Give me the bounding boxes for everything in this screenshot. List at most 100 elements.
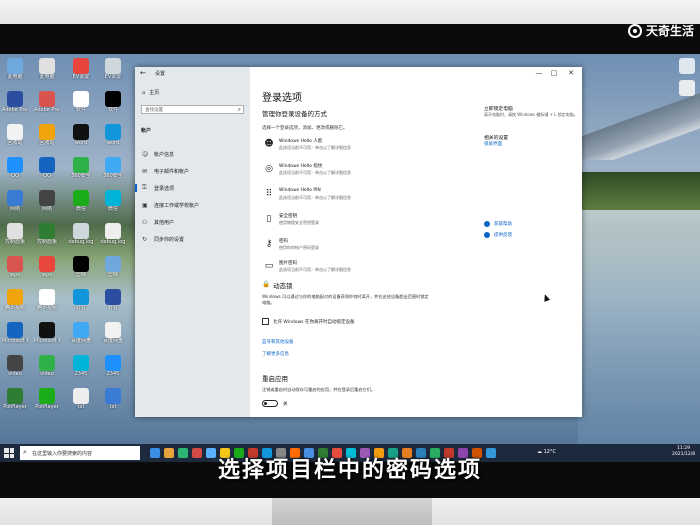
option-password[interactable]: ⚷ 密码 使用你的帐户密码登录 xyxy=(262,237,462,257)
sidebar-item-sync[interactable]: ↻ 同步你的设置 xyxy=(142,234,184,244)
desktop-icon[interactable]: PotPlayer xyxy=(34,388,60,410)
sidebar-item-account-info[interactable]: ☺ 帐户信息 xyxy=(142,149,174,159)
app-icon xyxy=(73,190,89,206)
lock-screen-link[interactable]: 锁屏界面 xyxy=(484,141,582,147)
desktop-icon[interactable]: 微信 xyxy=(68,190,94,212)
desktop-icon-label: video xyxy=(40,371,54,377)
bluetooth-link[interactable]: 蓝牙和其他设备 xyxy=(262,339,294,345)
desktop-icon[interactable]: 网络 xyxy=(2,190,28,212)
desktop-icon[interactable]: 360安全 xyxy=(100,157,126,179)
desktop-icon-label: PotPlayer xyxy=(35,404,59,410)
wallpaper-mountain xyxy=(578,90,700,160)
desktop-icon[interactable]: txt xyxy=(100,388,126,410)
learn-more-link[interactable]: 了解更多信息 xyxy=(262,351,289,357)
desktop-icon[interactable]: 腾讯视频 xyxy=(34,289,60,311)
desktop-icon[interactable]: 百度网盘 xyxy=(68,322,94,344)
desktop-icon[interactable]: Microsoft Edge xyxy=(34,322,60,344)
option-title: Windows Hello 人脸 xyxy=(279,139,323,144)
desktop-icon[interactable]: 回收站 xyxy=(2,124,28,146)
app-icon xyxy=(105,58,121,74)
option-pin[interactable]: ⠿ Windows Hello PIN 此选项当前不可用 - 单击以了解详细信息 xyxy=(262,187,462,207)
option-picture-password[interactable]: ▭ 图片密码 此选项当前不可用 - 单击以了解详细信息 xyxy=(262,259,462,279)
window-title: 设置 xyxy=(155,71,166,77)
desktop-icon[interactable]: txt xyxy=(68,388,94,410)
sidebar-home[interactable]: ⌂ 主页 xyxy=(142,89,159,97)
feedback-row[interactable]: 提供反馈 xyxy=(484,232,512,238)
app-icon xyxy=(105,157,121,173)
people-icon: ⚇ xyxy=(142,218,148,226)
desktop-icon-label: 回收站 xyxy=(7,140,23,146)
feedback-link[interactable]: 提供反馈 xyxy=(494,232,512,238)
back-arrow-icon[interactable]: ← xyxy=(140,69,146,77)
app-icon xyxy=(105,190,121,206)
desktop-icon[interactable]: 此电脑 xyxy=(34,58,60,80)
desktop-icon[interactable]: 钉钉 xyxy=(68,289,94,311)
sidebar-item-sign-in-options[interactable]: ⚿ 登录选项 xyxy=(134,183,174,193)
desktop-icon[interactable]: 2345 xyxy=(100,355,126,377)
sidebar-item-label: 电子邮件和帐户 xyxy=(154,168,190,175)
option-title: Windows Hello 指纹 xyxy=(279,164,323,169)
desktop-icon[interactable]: video xyxy=(34,355,60,377)
desktop-icon-label: 网络 xyxy=(41,206,52,212)
desktop-icon[interactable]: debug.log xyxy=(68,223,94,245)
dynamic-lock-checkbox[interactable]: 允许 Windows 在你离开时自动锁定设备 xyxy=(262,318,354,325)
sidebar-item-other-users[interactable]: ⚇ 其他用户 xyxy=(142,217,174,227)
person-icon: ☺ xyxy=(142,150,149,158)
desktop-icon[interactable]: wps xyxy=(2,256,28,278)
option-security-key[interactable]: ▯ 安全密钥 使用物理安全密钥登录 xyxy=(262,212,462,232)
search-placeholder: 查找设置 xyxy=(145,108,163,113)
app-icon xyxy=(73,388,89,404)
desktop-icon[interactable]: word xyxy=(100,124,126,146)
option-fingerprint[interactable]: ◎ Windows Hello 指纹 此选项当前不可用 - 单击以了解详细信息 xyxy=(262,162,462,182)
app-icon xyxy=(73,355,89,371)
option-title: Windows Hello PIN xyxy=(279,188,321,193)
desktop-icon[interactable]: 回收站 xyxy=(34,124,60,146)
get-help-link[interactable]: 获取帮助 xyxy=(494,221,512,227)
desktop-icon[interactable]: QQ xyxy=(2,157,28,179)
app-icon xyxy=(105,91,121,107)
desktop-icon[interactable]: 控制面板 xyxy=(2,223,28,245)
sidebar-item-email[interactable]: ✉ 电子邮件和帐户 xyxy=(142,166,189,176)
app-icon xyxy=(73,58,89,74)
desktop-icon[interactable]: 控制面板 xyxy=(34,223,60,245)
desktop-icon[interactable]: 360安全 xyxy=(68,157,94,179)
desktop-icon[interactable]: 此电脑 xyxy=(2,58,28,80)
app-icon xyxy=(39,58,55,74)
desktop-icon[interactable]: 钉钉 xyxy=(100,289,126,311)
desktop-icon[interactable]: EV录屏 xyxy=(68,58,94,80)
sidebar-item-work-school[interactable]: ▣ 连接工作或学校帐户 xyxy=(142,200,199,210)
desktop-icon[interactable]: 2345 xyxy=(68,355,94,377)
desktop-icon-label: 微信 xyxy=(75,206,86,212)
desktop-icon[interactable]: wps xyxy=(34,256,60,278)
desktop-icon[interactable]: debug.log xyxy=(100,223,126,245)
desktop-icon[interactable]: word xyxy=(68,124,94,146)
desktop-icon[interactable]: 微信 xyxy=(100,190,126,212)
desktop-icon[interactable]: QQ xyxy=(34,157,60,179)
desktop-icon[interactable]: 网络 xyxy=(34,190,60,212)
desktop-icon[interactable]: 软件 xyxy=(68,91,94,113)
desktop-icon[interactable]: 剪映 xyxy=(100,256,126,278)
restart-apps-toggle[interactable] xyxy=(262,400,278,407)
app-icon xyxy=(39,190,55,206)
desktop-icon[interactable]: 百度网盘 xyxy=(100,322,126,344)
desktop-icon[interactable] xyxy=(674,80,700,96)
desktop-icon[interactable]: 剪映 xyxy=(68,256,94,278)
desktop-icon[interactable]: 腾讯视频 xyxy=(2,289,28,311)
desktop-icon[interactable] xyxy=(674,58,700,74)
desktop-icon[interactable]: Adobe Premiere xyxy=(34,91,60,113)
desktop-icon[interactable]: video xyxy=(2,355,28,377)
desktop-icon[interactable]: PotPlayer xyxy=(2,388,28,410)
checkbox-box[interactable] xyxy=(262,318,269,325)
desktop-icon[interactable]: Adobe Premiere xyxy=(2,91,28,113)
desktop-icon-label: 软件 xyxy=(107,107,118,113)
wallpaper-lake xyxy=(578,210,700,462)
page-title: 登录选项 xyxy=(262,93,302,104)
sidebar-search-input[interactable]: 查找设置 ⌕ xyxy=(141,105,244,114)
desktop-icon[interactable]: EV录屏 xyxy=(100,58,126,80)
option-face[interactable]: ☻ Windows Hello 人脸 此选项当前不可用 - 单击以了解详细信息 xyxy=(262,137,462,157)
desktop-icon[interactable]: Microsoft Edge xyxy=(2,322,28,344)
feedback-icon xyxy=(484,232,490,238)
desktop-icon[interactable]: 软件 xyxy=(100,91,126,113)
get-help-row[interactable]: 获取帮助 xyxy=(484,221,512,227)
option-title: 图片密码 xyxy=(279,261,297,266)
